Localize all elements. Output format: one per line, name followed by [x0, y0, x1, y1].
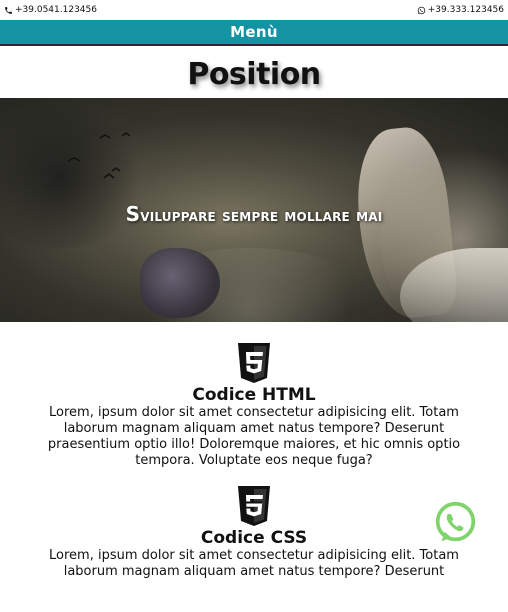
hero-headline: Sviluppare sempre mollare mai: [125, 202, 383, 226]
feature-title: Codice HTML: [192, 385, 316, 405]
html5-icon: [238, 343, 270, 383]
whatsapp-contact[interactable]: +39.333.123456: [417, 5, 504, 15]
menu-button[interactable]: Menù: [0, 20, 508, 46]
phone-contact[interactable]: +39.0541.123456: [4, 5, 97, 15]
css3-icon: [238, 486, 270, 526]
feature-css: Codice CSS Lorem, ipsum dolor sit amet c…: [0, 485, 508, 580]
whatsapp-small-icon: [417, 6, 425, 14]
whatsapp-icon[interactable]: [433, 500, 478, 545]
birds-icon: [67, 132, 131, 179]
phone-icon: [5, 6, 12, 14]
hero-banner: Sviluppare sempre mollare mai: [0, 98, 508, 322]
whatsapp-number: +39.333.123456: [427, 5, 504, 15]
phone-number: +39.0541.123456: [15, 5, 97, 15]
feature-text: Lorem, ipsum dolor sit amet consectetur …: [49, 548, 459, 579]
menu-label: Menù: [230, 23, 278, 41]
floating-island: [140, 248, 220, 318]
top-contact-bar: +39.0541.123456 +39.333.123456: [0, 0, 508, 20]
feature-text: Lorem, ipsum dolor sit amet consectetur …: [47, 405, 461, 468]
page-title: Position: [187, 57, 321, 92]
feature-title: Codice CSS: [200, 528, 308, 548]
feature-html: Codice HTML Lorem, ipsum dolor sit amet …: [0, 342, 508, 469]
